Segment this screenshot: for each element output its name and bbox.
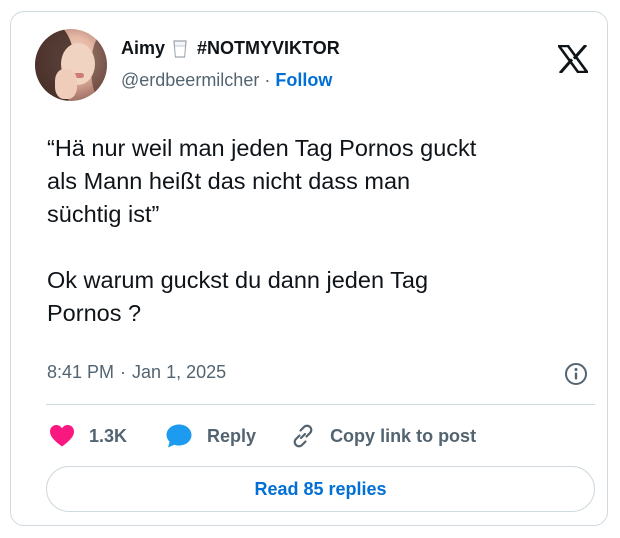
tweet-timestamp[interactable]: 8:41 PM · Jan 1, 2025 bbox=[47, 362, 226, 383]
handle-separator: · bbox=[264, 70, 271, 90]
copy-link-label: Copy link to post bbox=[330, 425, 477, 446]
tweet-text: “Hä nur weil man jeden Tag Pornos guckt … bbox=[47, 135, 477, 326]
x-logo-icon[interactable] bbox=[558, 45, 588, 73]
info-icon[interactable] bbox=[564, 362, 588, 386]
author-name-suffix[interactable]: #NOTMYVIKTOR bbox=[197, 38, 340, 59]
reply-button[interactable]: Reply bbox=[165, 423, 256, 449]
author-handle[interactable]: @erdbeermilcher bbox=[121, 70, 259, 91]
read-replies-button[interactable]: Read 85 replies bbox=[46, 466, 595, 512]
copy-link-button[interactable]: Copy link to post bbox=[290, 423, 476, 449]
tweet-date[interactable]: Jan 1, 2025 bbox=[132, 362, 226, 383]
read-replies-label: Read 85 replies bbox=[254, 478, 387, 499]
divider bbox=[46, 404, 595, 405]
glass-of-milk-icon bbox=[173, 39, 187, 58]
likes-count: 1.3K bbox=[89, 425, 128, 446]
tweet-time[interactable]: 8:41 PM bbox=[47, 362, 114, 383]
author-display-name[interactable]: Aimy bbox=[121, 38, 165, 59]
speech-bubble-icon bbox=[166, 424, 192, 448]
heart-icon bbox=[50, 425, 74, 447]
like-button[interactable]: 1.3K bbox=[49, 424, 127, 448]
avatar[interactable] bbox=[35, 29, 107, 101]
timestamp-separator: · bbox=[120, 362, 127, 382]
link-icon bbox=[293, 424, 313, 448]
reply-label: Reply bbox=[207, 425, 257, 446]
author-name-row[interactable]: Aimy #NOTMYVIKTOR bbox=[121, 38, 340, 59]
follow-button[interactable]: Follow bbox=[275, 70, 332, 91]
action-bar: 1.3K Reply Copy link to post bbox=[49, 422, 476, 450]
author-handle-row: @erdbeermilcher · Follow bbox=[121, 70, 332, 91]
tweet-card: Aimy #NOTMYVIKTOR @erdbeermilcher · Foll… bbox=[10, 11, 608, 526]
